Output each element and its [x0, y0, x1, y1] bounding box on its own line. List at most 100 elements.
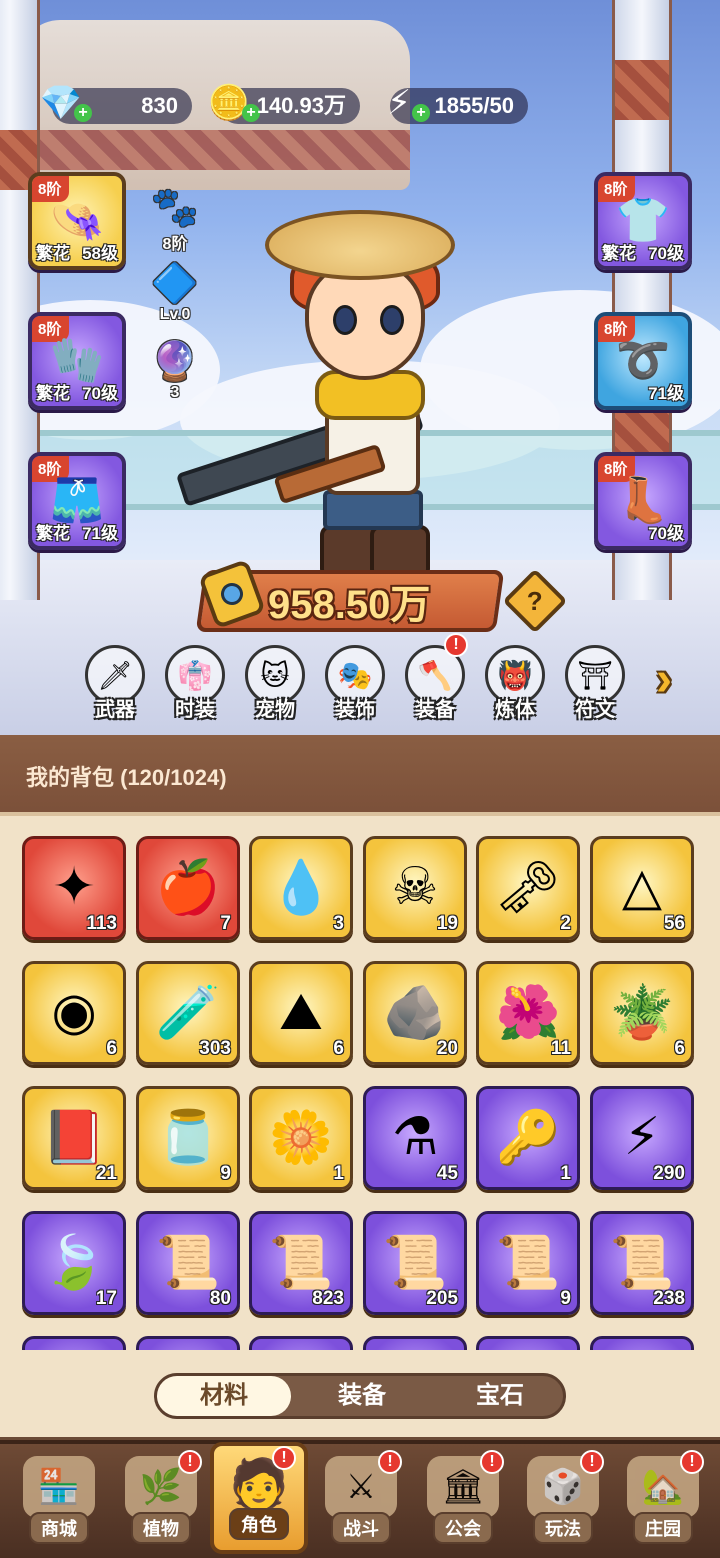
feature-label: 炼体	[495, 699, 535, 721]
nav-shop[interactable]: 🏪 商城	[10, 1450, 108, 1550]
equip-slot-boots[interactable]: 8阶 👢 70级	[594, 452, 692, 550]
feature-pet[interactable]: 🐱 宠物	[240, 645, 310, 725]
item-count: 205	[426, 1288, 458, 1309]
orb-icon: 🔮	[151, 341, 199, 383]
feature-decoration[interactable]: 🎭 装饰	[320, 645, 390, 725]
pet-card-button[interactable]: 🐾 8阶	[140, 186, 210, 254]
bag-item[interactable]: ⚡ 290	[590, 1086, 694, 1190]
bag-item[interactable]	[590, 1336, 694, 1350]
level-label: 71级	[648, 384, 684, 403]
feature-equipment[interactable]: 🪓 ! 装备	[400, 633, 470, 725]
nav-battle[interactable]: ⚔ 战斗!	[312, 1450, 410, 1550]
pyramid-icon: △	[622, 858, 662, 916]
nav-gameplay[interactable]: 🎲 玩法!	[514, 1450, 612, 1550]
bag-item[interactable]	[363, 1336, 467, 1350]
item-count: 80	[209, 1288, 231, 1309]
feature-label: 武器	[95, 699, 135, 721]
player-character[interactable]	[165, 210, 525, 590]
bag-item-grid[interactable]: ✦ 113 🍎 7 💧 3 ☠ 19 🗝 2 △ 56 ◉ 6 🧪 303 ⛰ 6 🪨 20 🌺 11 🪴 6 📕 21 🫙 9 🌼 1 ⚗…	[14, 820, 706, 1350]
bag-item[interactable]	[476, 1336, 580, 1350]
gold-counter[interactable]: 🪙 + 140.93万	[208, 85, 360, 124]
equip-slot-belt[interactable]: 8阶 ➰ 71级	[594, 312, 692, 410]
feature-weapon[interactable]: 🗡 武器	[80, 645, 150, 725]
pet-card-icon: 🐾	[151, 187, 199, 229]
bag-item[interactable]: 🍃 17	[22, 1211, 126, 1315]
quality-label: 繁花	[602, 244, 636, 263]
notification-badge: !	[480, 1450, 504, 1474]
bag-item[interactable]: ⛰ 6	[249, 961, 353, 1065]
bag-item[interactable]: 🪨 20	[363, 961, 467, 1065]
item-count: 56	[663, 913, 685, 934]
bag-item[interactable]: 📜 80	[136, 1211, 240, 1315]
tab-materials[interactable]: 材料	[157, 1376, 291, 1416]
lightning-badge-icon: ⚡	[623, 1108, 661, 1166]
tab-equipment[interactable]: 装备	[295, 1376, 429, 1416]
equip-slot-shirt[interactable]: 8阶 👕 繁花 70级	[594, 172, 692, 270]
bag-item[interactable]	[136, 1336, 240, 1350]
notification-badge: !	[444, 633, 468, 657]
gold-amount: 140.93万	[256, 93, 346, 118]
bag-item[interactable]: 📕 21	[22, 1086, 126, 1190]
bag-item[interactable]: 🔑 1	[476, 1086, 580, 1190]
pet-card-label: 8阶	[162, 236, 188, 253]
item-count: 45	[436, 1163, 458, 1184]
nav-character[interactable]: 🧑 角色!	[210, 1442, 308, 1554]
chevron-right-icon[interactable]: ›	[656, 652, 672, 707]
item-count: 823	[312, 1288, 344, 1309]
energy-counter[interactable]: ⚡ + 1855/50	[387, 85, 528, 124]
crystal-button[interactable]: 🔷 Lv.0	[140, 262, 210, 324]
green-scroll-icon: 📜	[155, 1234, 221, 1292]
bag-item[interactable]: 📜 238	[590, 1211, 694, 1315]
quality-label: 繁花	[36, 244, 70, 263]
feature-body-training[interactable]: 👹 炼体	[480, 645, 550, 725]
equip-slot-gloves[interactable]: 8阶 🧤 繁花 70级	[28, 312, 126, 410]
red-scroll-icon: 📜	[495, 1234, 561, 1292]
gold-pile-icon: ⛰	[279, 983, 323, 1041]
bag-item[interactable]: 🫙 9	[136, 1086, 240, 1190]
bag-item[interactable]	[249, 1336, 353, 1350]
level-label: 71级	[82, 524, 118, 543]
bag-item[interactable]: 🌼 1	[249, 1086, 353, 1190]
bag-item[interactable]: 📜 823	[249, 1211, 353, 1315]
item-count: 7	[220, 913, 231, 934]
add-gems-button[interactable]: +	[74, 104, 92, 122]
bag-item[interactable]: 🌺 11	[476, 961, 580, 1065]
gold-ore-icon: 🪨	[382, 984, 448, 1042]
equip-slot-hat[interactable]: 8阶 👒 繁花 58级	[28, 172, 126, 270]
gem-counter[interactable]: 💎 + 830	[40, 85, 192, 124]
bag-item[interactable]: ✦ 113	[22, 836, 126, 940]
nav-plant[interactable]: 🌿 植物!	[112, 1450, 210, 1550]
bag-item[interactable]: 🗝 2	[476, 836, 580, 940]
level-label: 70级	[648, 524, 684, 543]
combat-power-value: 958.50万	[268, 583, 431, 627]
crystal-level-label: Lv.0	[159, 306, 191, 323]
bag-item[interactable]: ◉ 6	[22, 961, 126, 1065]
add-energy-button[interactable]: +	[412, 104, 430, 122]
item-count: 17	[95, 1288, 117, 1309]
bag-item[interactable]	[22, 1336, 126, 1350]
bag-item[interactable]: 📜 9	[476, 1211, 580, 1315]
item-count: 290	[653, 1163, 685, 1184]
equip-slot-pants[interactable]: 8阶 🩳 繁花 71级	[28, 452, 126, 550]
nav-label: 战斗	[331, 1512, 391, 1544]
green-crystal-icon: 🔷	[151, 263, 199, 305]
item-count: 11	[550, 1038, 571, 1059]
nav-label: 植物	[131, 1512, 191, 1544]
bag-item[interactable]: ⚗ 45	[363, 1086, 467, 1190]
bag-item[interactable]: 🧪 303	[136, 961, 240, 1065]
nav-guild[interactable]: 🏛 公会!	[414, 1450, 512, 1550]
purple-potion-icon: ⚗	[391, 1108, 439, 1166]
tab-gems[interactable]: 宝石	[433, 1376, 567, 1416]
notification-badge: !	[680, 1450, 704, 1474]
feature-rune[interactable]: ⛩ 符文	[560, 645, 630, 725]
nav-label: 庄园	[633, 1512, 693, 1544]
bag-item[interactable]: 🪴 6	[590, 961, 694, 1065]
feature-costume[interactable]: 👘 时装	[160, 645, 230, 725]
bag-item[interactable]: △ 56	[590, 836, 694, 940]
bag-item[interactable]: ☠ 19	[363, 836, 467, 940]
orb-button[interactable]: 🔮 3	[140, 340, 210, 402]
bag-item[interactable]: 💧 3	[249, 836, 353, 940]
nav-manor[interactable]: 🏡 庄园!	[614, 1450, 712, 1550]
bag-item[interactable]: 📜 205	[363, 1211, 467, 1315]
bag-item[interactable]: 🍎 7	[136, 836, 240, 940]
